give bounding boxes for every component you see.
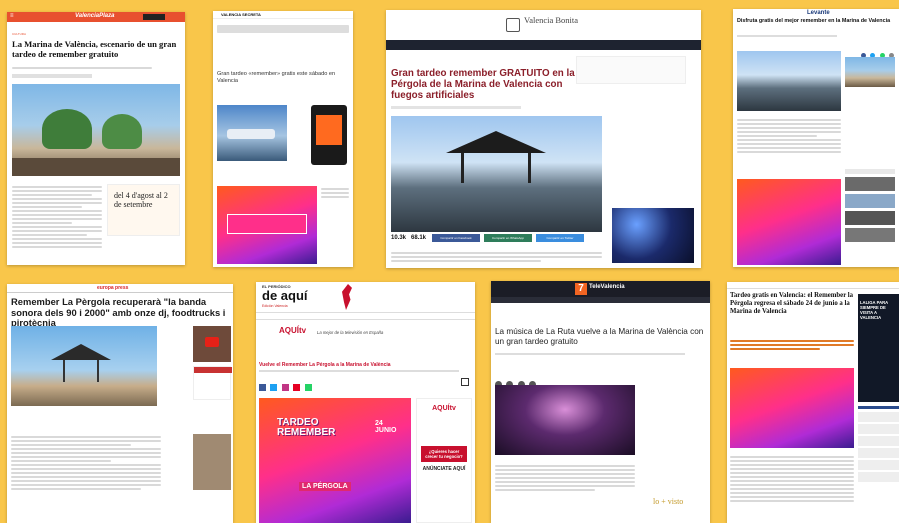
poster-image[interactable]: del 4 d'agost al 2 de setembre [107, 184, 180, 236]
share-icons[interactable] [495, 375, 545, 388]
event-poster[interactable]: TARDEO REMEMBER 24 JUNIO LA PÉRGOLA [259, 398, 411, 523]
article-card-valenciasecreta[interactable]: VALENCIA SECRETA Gran tardeo «remember» … [213, 11, 353, 267]
article-card-elperiodicodeaqui[interactable]: EL PERIÓDICO de aquí Edición Valencia AQ… [256, 282, 475, 523]
side-ad[interactable]: AQUÍtv ¿Quieres hacer crecer tu negocio?… [416, 398, 472, 523]
poster-title: TARDEO REMEMBER [277, 417, 336, 438]
aquitv-banner[interactable]: AQUÍtv La mejor de la televisión en Espa… [259, 324, 469, 348]
article-card-europapress[interactable]: europa press Remember La Pèrgola recuper… [7, 284, 233, 523]
video-thumb[interactable] [193, 326, 231, 362]
article-title[interactable]: La música de La Ruta vuelve a la Marina … [495, 327, 705, 346]
poster-date: 24 JUNIO [375, 420, 397, 434]
article-title[interactable]: Remember La Pèrgola recuperarà "la banda… [11, 296, 229, 329]
menu-icon[interactable]: ≡ [10, 13, 14, 19]
poster-text: del 4 d'agost al 2 de setembre [114, 191, 168, 209]
article-card-levante[interactable]: Levante Disfruta gratis del mejor rememb… [733, 9, 899, 267]
event-poster[interactable] [730, 368, 854, 448]
sidebar-list[interactable] [858, 406, 899, 522]
nav-bar[interactable] [256, 312, 475, 320]
share-twitter-button[interactable]: Compartir en Twitter [536, 234, 584, 242]
article-title[interactable]: Tardeo gratis en Valencia: el Remember l… [730, 292, 854, 315]
hero-image[interactable] [11, 326, 157, 406]
hero-image[interactable] [391, 116, 602, 232]
nav-bar[interactable] [386, 40, 701, 50]
site-logo[interactable]: EL PERIÓDICO de aquí Edición Valencia [259, 284, 349, 312]
share-icons[interactable] [259, 378, 329, 391]
article-title[interactable]: Gran tardeo «remember» gratis este sábad… [217, 71, 347, 84]
event-poster[interactable] [737, 179, 841, 265]
article-card-lasprovincias[interactable]: Tardeo gratis en Valencia: el Remember l… [727, 282, 899, 523]
side-ad-text: LALIGA PARA SIEMPRE DE VISITA A VALENCIA [860, 300, 888, 320]
article-card-valenciaplaza[interactable]: ValenciaPlaza ≡ CULTURA La Marina de Val… [7, 12, 185, 265]
article-card-televalencia[interactable]: 7 TeleValencia La música de La Ruta vuel… [491, 281, 710, 523]
side-ad-cta[interactable]: ANÚNCIATE AQUÍ [421, 466, 467, 472]
side-ad-headline: ¿Quieres hacer crecer tu negocio? [421, 446, 467, 462]
author-byline [12, 74, 92, 78]
side-ad-2[interactable] [193, 434, 231, 490]
most-viewed-heading: lo + visto [653, 497, 684, 506]
side-ad-phone[interactable] [311, 105, 347, 165]
site-header: VALENCIA SECRETA [213, 11, 353, 19]
side-ad[interactable] [193, 366, 232, 400]
site-logo[interactable]: TeleValencia [589, 284, 625, 290]
share-count-a: 10.3k [391, 235, 407, 241]
hero-image[interactable] [12, 84, 180, 176]
event-poster[interactable] [217, 186, 317, 264]
site-header [727, 282, 899, 289]
side-ad[interactable] [612, 208, 694, 263]
site-logo[interactable]: Valencia Bonita [506, 14, 586, 36]
side-ad[interactable]: LALIGA PARA SIEMPRE DE VISITA A VALENCIA [858, 294, 899, 402]
share-facebook-button[interactable]: Compartir en Facebook [432, 234, 480, 242]
article-title[interactable]: Disfruta gratis del mejor remember en la… [737, 18, 895, 24]
hero-image[interactable] [737, 51, 841, 111]
sidebar-list[interactable] [845, 169, 895, 267]
site-logo[interactable]: europa press [97, 285, 128, 291]
article-title[interactable]: Vuelve el Remember La Pérgola a la Marin… [259, 362, 469, 368]
site-logo[interactable]: ValenciaPlaza [75, 13, 114, 19]
site-header: ValenciaPlaza ≡ [7, 12, 185, 22]
share-whatsapp-button[interactable]: Compartir en WhatsApp [484, 234, 532, 242]
subscribe-button[interactable] [143, 14, 165, 20]
poster-subtitle: LA PÉRGOLA [299, 482, 351, 491]
nav-bar[interactable] [491, 297, 710, 303]
print-icon[interactable] [461, 378, 469, 386]
site-logo[interactable]: VALENCIA SECRETA [221, 12, 261, 17]
related-thumb[interactable] [845, 57, 895, 87]
article-title[interactable]: Gran tardeo remember GRATUITO en la Pérg… [391, 68, 596, 101]
play-icon[interactable] [205, 337, 219, 347]
share-count-b: 68.1k [411, 235, 427, 241]
share-icons[interactable] [861, 45, 895, 58]
site-header: 7 TeleValencia [491, 281, 710, 297]
hero-image[interactable] [217, 105, 287, 161]
article-title[interactable]: La Marina de València, escenario de un g… [12, 39, 180, 59]
logo-seven-icon: 7 [575, 283, 587, 295]
site-logo[interactable]: Levante [807, 10, 830, 16]
hero-image[interactable] [495, 385, 635, 455]
article-card-valenciabonita[interactable]: Valencia Bonita Gran tardeo remember GRA… [386, 10, 701, 268]
